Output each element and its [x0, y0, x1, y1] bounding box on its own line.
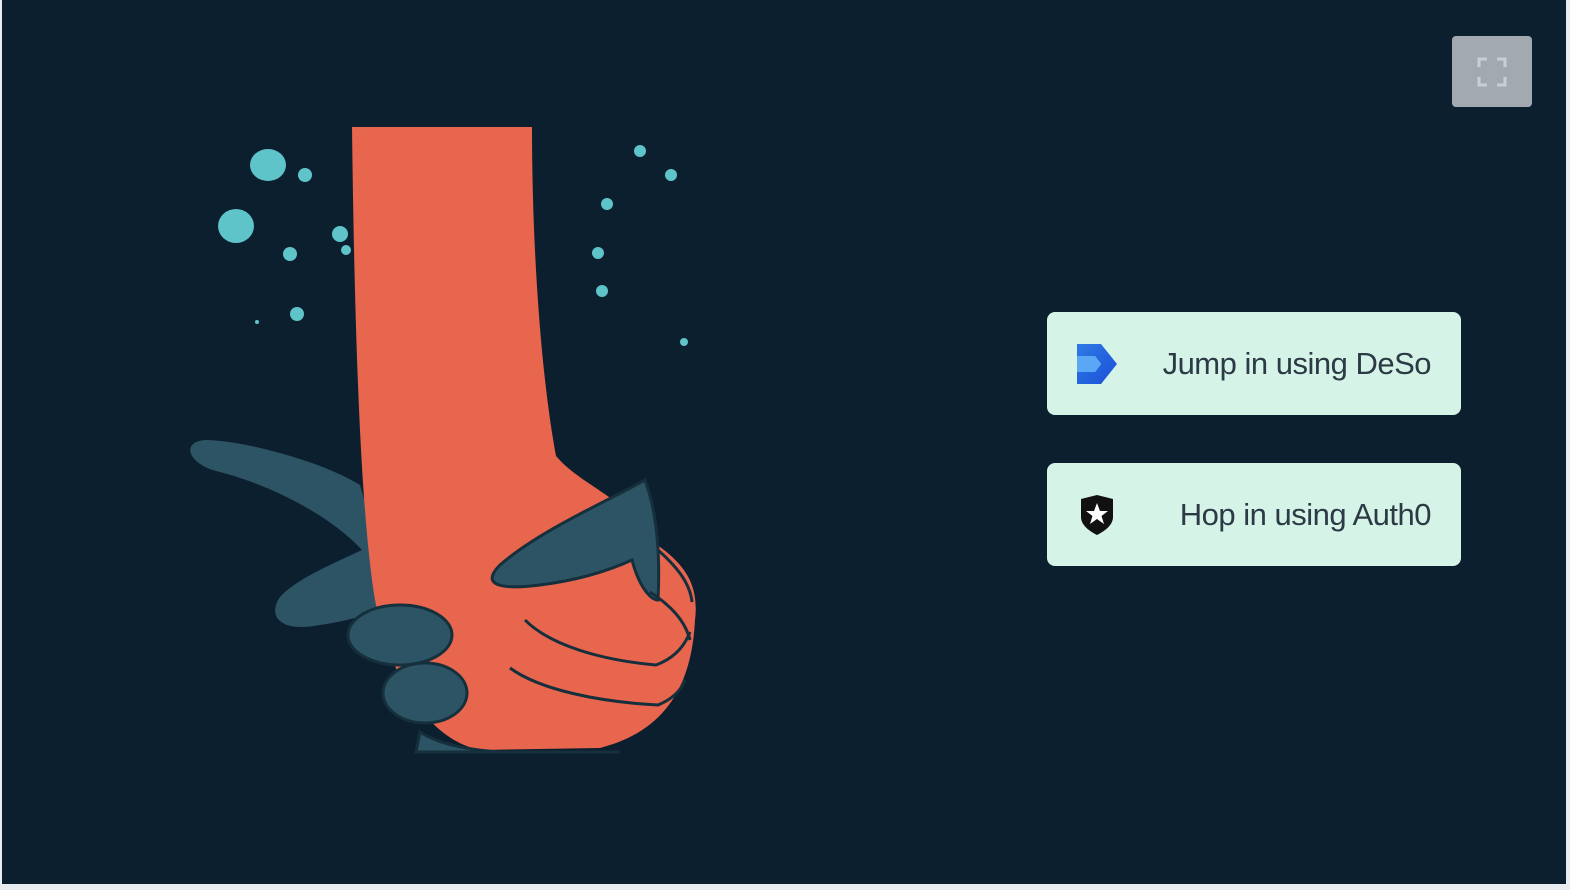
login-screen: Jump in using DeSo Hop in using Auth0 — [0, 0, 1570, 890]
auth0-logo-icon — [1081, 495, 1113, 535]
window-edge-bottom — [0, 884, 1570, 890]
auth0-login-button[interactable]: Hop in using Auth0 — [1047, 463, 1461, 566]
deso-logo-icon — [1077, 344, 1117, 384]
deso-login-label: Jump in using DeSo — [1162, 346, 1432, 381]
fullscreen-icon — [1477, 57, 1507, 86]
window-edge-right — [1566, 0, 1570, 890]
deso-login-button[interactable]: Jump in using DeSo — [1047, 312, 1461, 415]
fullscreen-button[interactable] — [1452, 36, 1532, 107]
window-edge-left — [0, 0, 2, 890]
hand-gripping-arm-illustration — [190, 127, 696, 754]
auth0-login-label: Hop in using Auth0 — [1179, 497, 1432, 532]
